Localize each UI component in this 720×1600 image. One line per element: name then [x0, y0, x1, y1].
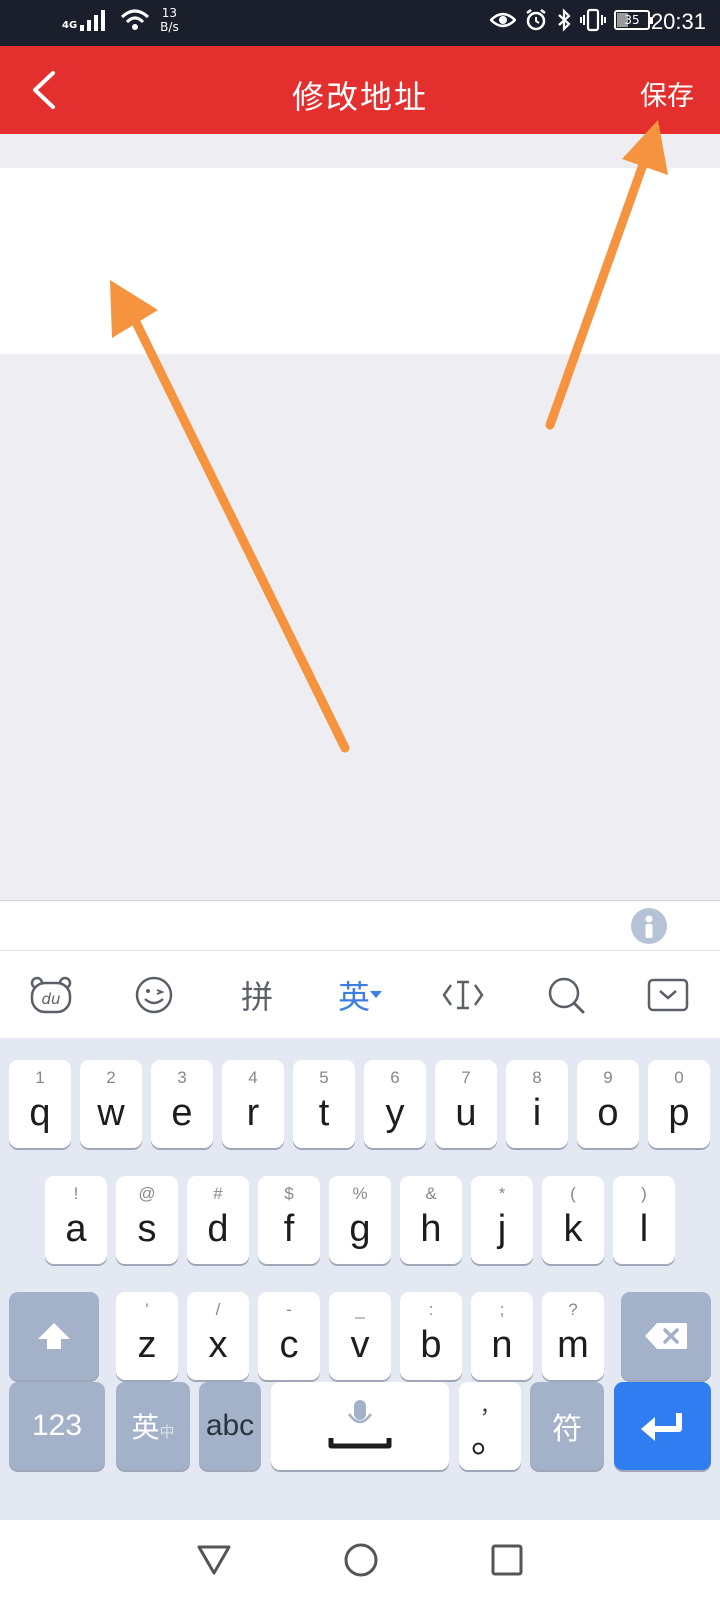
- pinyin-mode-button[interactable]: 拼: [227, 965, 287, 1025]
- back-triangle-icon[interactable]: [196, 1544, 232, 1576]
- language-switch-label: 英: [131, 1412, 160, 1443]
- key-q[interactable]: 1q: [9, 1060, 71, 1148]
- key-z[interactable]: ' z: [116, 1292, 178, 1380]
- key-s[interactable]: @ s: [116, 1176, 178, 1264]
- keyboard-suggestion-bar: [0, 900, 720, 950]
- keyboard: 1q 2w 3e 4r 5t 6y 7u 8i 9o 0p ! a @ s # d $…: [0, 1038, 720, 1520]
- key-f[interactable]: $ f: [258, 1176, 320, 1264]
- signal-group: 4G: [62, 9, 110, 31]
- backspace-key[interactable]: [621, 1292, 711, 1380]
- key-x[interactable]: / x: [187, 1292, 249, 1380]
- key-d[interactable]: # d: [187, 1176, 249, 1264]
- bear-logo-icon: du: [31, 976, 72, 1013]
- key-w[interactable]: 2w: [80, 1060, 142, 1148]
- key-b[interactable]: :b: [400, 1292, 462, 1380]
- page-title: 修改地址: [291, 78, 428, 116]
- caret-down-icon: [369, 990, 382, 998]
- collapse-keyboard-icon: [648, 978, 689, 1011]
- signal-icon: [80, 10, 106, 31]
- key-o[interactable]: 9o: [577, 1060, 639, 1148]
- numbers-key[interactable]: 123: [9, 1382, 105, 1470]
- app-bar: 修改地址 保存: [0, 46, 720, 134]
- network-type: 4G: [62, 20, 78, 31]
- return-arrow-icon: [640, 1413, 682, 1441]
- battery-level: 35: [624, 13, 640, 27]
- key-j[interactable]: * j: [471, 1176, 533, 1264]
- key-n[interactable]: ; n: [471, 1292, 533, 1380]
- comma-sub-label: ，: [480, 1396, 500, 1418]
- key-m[interactable]: ? m: [542, 1292, 604, 1380]
- alarm-icon: [526, 9, 546, 31]
- search-icon: [548, 977, 585, 1013]
- status-right: 35: [490, 8, 653, 32]
- key-c[interactable]: -c: [258, 1292, 320, 1380]
- hide-keyboard-button[interactable]: [638, 965, 698, 1025]
- status-bar: 4G 13 B/s 35 20:31: [0, 0, 720, 46]
- smiley-icon: [136, 976, 173, 1013]
- key-i[interactable]: 8i: [506, 1060, 568, 1148]
- shift-arrow-icon: [38, 1323, 70, 1349]
- net-speed: 13 B/s: [160, 6, 179, 34]
- language-switch-sub: 中: [159, 1423, 175, 1441]
- key-k[interactable]: (k: [542, 1176, 604, 1264]
- shift-key[interactable]: [9, 1292, 99, 1380]
- space-key[interactable]: [271, 1382, 449, 1470]
- key-v[interactable]: _ v: [329, 1292, 391, 1380]
- english-mode-label: 英: [337, 977, 370, 1016]
- language-switch-key[interactable]: 英中: [116, 1382, 190, 1470]
- net-speed-unit: B/s: [160, 20, 179, 34]
- key-t[interactable]: 5t: [293, 1060, 355, 1148]
- abc-key[interactable]: abc: [199, 1382, 261, 1470]
- battery-indicator: 35: [614, 10, 653, 30]
- keyboard-search-button[interactable]: [536, 965, 596, 1025]
- key-a[interactable]: ! a: [45, 1176, 107, 1264]
- address-input[interactable]: [0, 168, 720, 354]
- microphone-icon: [328, 1400, 392, 1449]
- key-r[interactable]: 4r: [222, 1060, 284, 1148]
- key-p[interactable]: 0p: [648, 1060, 710, 1148]
- wifi-icon: [121, 9, 150, 30]
- punctuation-key[interactable]: ， 。: [459, 1382, 521, 1470]
- english-mode-button[interactable]: 英: [330, 965, 390, 1025]
- key-h[interactable]: & h: [400, 1176, 462, 1264]
- key-l[interactable]: ) l: [613, 1176, 675, 1264]
- text-cursor-icon: [442, 980, 484, 1009]
- eye-icon: [490, 12, 516, 28]
- save-button[interactable]: 保存: [640, 74, 694, 113]
- status-left: 4G 13 B/s: [62, 6, 179, 34]
- net-speed-value: 13: [161, 6, 178, 20]
- key-u[interactable]: 7u: [435, 1060, 497, 1148]
- baidu-input-logo-button[interactable]: du: [21, 965, 81, 1025]
- svg-text:du: du: [42, 990, 61, 1008]
- emoji-button[interactable]: [124, 965, 184, 1025]
- clock: 20:31: [650, 9, 706, 34]
- keyboard-toolbar: du 拼 英: [0, 950, 720, 1038]
- cursor-move-button[interactable]: [433, 965, 493, 1025]
- backspace-icon: [645, 1323, 687, 1349]
- enter-key[interactable]: [614, 1382, 711, 1470]
- recents-square-icon[interactable]: [490, 1543, 524, 1577]
- vibrate-icon: [580, 8, 606, 32]
- home-circle-icon[interactable]: [343, 1542, 379, 1578]
- address-input-area[interactable]: [0, 168, 720, 354]
- key-y[interactable]: 6y: [364, 1060, 426, 1148]
- keyboard-assistant-icon[interactable]: [630, 907, 668, 945]
- key-e[interactable]: 3e: [151, 1060, 213, 1148]
- system-navigation-bar: [0, 1520, 720, 1600]
- symbols-key[interactable]: 符: [530, 1382, 604, 1470]
- key-g[interactable]: % g: [329, 1176, 391, 1264]
- bluetooth-icon: [558, 8, 571, 32]
